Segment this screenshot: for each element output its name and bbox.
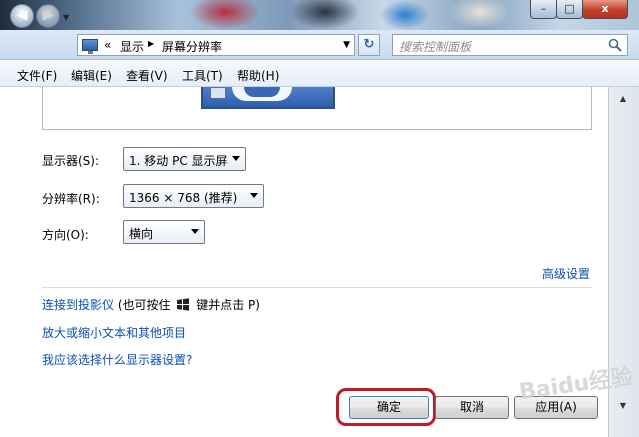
titlebar-blur-light bbox=[450, 0, 510, 30]
titlebar-blur-dark bbox=[290, 0, 360, 30]
arrow-right-icon: ▶ bbox=[42, 7, 54, 23]
connect-projector-link[interactable]: 连接到投影仪 bbox=[42, 298, 114, 312]
ok-button[interactable]: 确定 bbox=[349, 396, 429, 419]
close-button[interactable]: x bbox=[582, 0, 628, 19]
chevron-down-icon bbox=[191, 229, 199, 234]
search-input[interactable]: 搜索控制面板 bbox=[392, 34, 628, 56]
resolution-select-value: 1366 × 768 (推荐) bbox=[129, 191, 238, 205]
display-select[interactable]: 1. 移动 PC 显示屏 bbox=[123, 147, 246, 171]
chevron-down-icon bbox=[250, 193, 258, 198]
search-placeholder: 搜索控制面板 bbox=[399, 40, 472, 54]
display-select-value: 1. 移动 PC 显示屏 bbox=[129, 154, 228, 168]
divider bbox=[42, 287, 592, 288]
projector-hint-text-end: 键并点击 P) bbox=[196, 298, 260, 312]
breadcrumb-overflow[interactable]: « bbox=[104, 38, 111, 52]
arrow-left-icon: ◀ bbox=[16, 7, 28, 23]
resolution-select[interactable]: 1366 × 768 (推荐) bbox=[123, 184, 264, 208]
forward-button[interactable]: ▶ bbox=[36, 4, 60, 28]
refresh-icon: ↻ bbox=[363, 37, 375, 52]
breadcrumb-separator-icon[interactable]: ▶ bbox=[148, 39, 154, 48]
windows-logo-icon bbox=[177, 298, 190, 311]
refresh-button[interactable]: ↻ bbox=[358, 34, 380, 56]
search-icon[interactable] bbox=[608, 38, 622, 52]
display-help-link[interactable]: 我应该选择什么显示器设置? bbox=[42, 351, 192, 368]
chevron-down-icon bbox=[232, 156, 240, 161]
menu-edit[interactable]: 编辑(E) bbox=[71, 67, 112, 84]
cancel-button[interactable]: 取消 bbox=[435, 396, 509, 419]
minimize-button[interactable]: – bbox=[530, 0, 557, 19]
orientation-select-value: 横向 bbox=[129, 227, 154, 241]
text-size-link[interactable]: 放大或缩小文本和其他项目 bbox=[42, 324, 186, 341]
breadcrumb-display[interactable]: 显示 bbox=[120, 38, 144, 55]
titlebar-blur-blue bbox=[380, 0, 430, 30]
settings-panel bbox=[0, 87, 608, 437]
scroll-up-icon[interactable]: ▲ bbox=[612, 90, 634, 107]
resolution-label: 分辨率(R): bbox=[42, 192, 100, 206]
menu-tools[interactable]: 工具(T) bbox=[182, 67, 223, 84]
orientation-label: 方向(O): bbox=[42, 228, 89, 242]
monitor-number-badge-icon bbox=[232, 87, 292, 101]
secondary-monitor-icon bbox=[210, 87, 226, 99]
menu-bar: 文件(F) 编辑(E) 查看(V) 工具(T) 帮助(H) bbox=[0, 61, 639, 87]
display-label: 显示器(S): bbox=[42, 154, 100, 168]
titlebar-blur-red bbox=[190, 0, 260, 30]
maximize-button[interactable]: □ bbox=[556, 0, 583, 19]
back-button[interactable]: ◀ bbox=[10, 4, 34, 28]
menu-file[interactable]: 文件(F) bbox=[17, 67, 57, 84]
address-bar[interactable]: « 显示 ▶ 屏幕分辨率 ▼ bbox=[77, 34, 355, 56]
projector-hint-text: (也可按住 bbox=[117, 298, 171, 312]
display-icon bbox=[82, 39, 98, 54]
menu-view[interactable]: 查看(V) bbox=[126, 67, 168, 84]
address-dropdown-icon[interactable]: ▼ bbox=[343, 40, 350, 50]
recent-pages-dropdown[interactable]: ▼ bbox=[63, 13, 69, 22]
breadcrumb-resolution[interactable]: 屏幕分辨率 bbox=[162, 38, 222, 55]
projector-row: 连接到投影仪 (也可按住 键并点击 P) bbox=[42, 296, 260, 313]
advanced-settings-link[interactable]: 高级设置 bbox=[542, 265, 590, 282]
orientation-select[interactable]: 横向 bbox=[123, 220, 205, 244]
menu-help[interactable]: 帮助(H) bbox=[237, 67, 279, 84]
